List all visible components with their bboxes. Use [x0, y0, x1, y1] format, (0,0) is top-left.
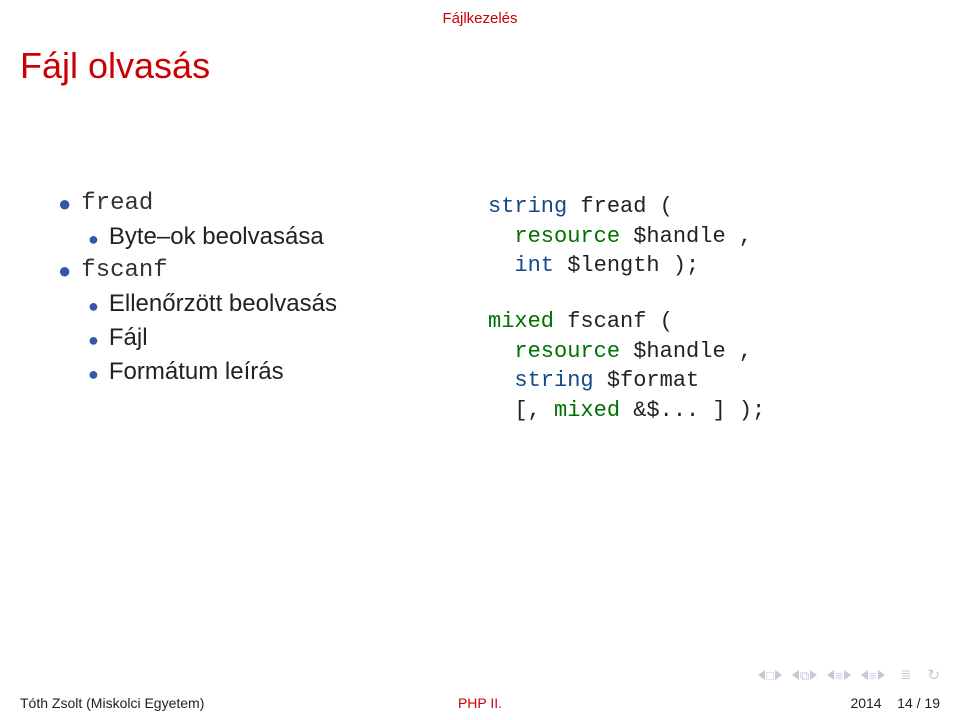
bullet-list: ● fread ● Byte–ok beolvasása ● fscanf ● Ellenőr…	[58, 190, 488, 426]
nav-prev-slide-icon	[861, 670, 868, 680]
footer-year: 2014	[850, 695, 881, 711]
slide: Fájlkezelés Fájl olvasás ● fread ● Byte–ok …	[0, 0, 960, 720]
footer: Tóth Zsolt (Miskolci Egyetem) PHP II. 20…	[0, 686, 960, 720]
nav-next-sub-icon	[844, 670, 851, 680]
bullet-icon: ●	[88, 331, 99, 349]
nav-slide-group[interactable]: ≡	[861, 669, 885, 682]
bullet-icon: ●	[88, 230, 99, 248]
bullet-icon: ●	[58, 193, 71, 215]
nav-next-icon	[810, 670, 817, 680]
section-label: Fájlkezelés	[442, 10, 517, 27]
content-area: ● fread ● Byte–ok beolvasása ● fscanf ● Ellenőr…	[58, 190, 908, 426]
list-item-text: fread	[81, 190, 153, 217]
code-token	[488, 339, 514, 364]
nav-bar: □ ⧉ ≡ ≡ ≣ ↻	[758, 666, 940, 684]
code-token: mixed	[488, 309, 554, 334]
list-item: ● Ellenőrzött beolvasás	[88, 290, 488, 318]
list-item: ● Byte–ok beolvasása	[88, 223, 488, 251]
code-token	[488, 224, 514, 249]
nav-doc-icon: ⧉	[800, 669, 809, 682]
list-item: ● Formátum leírás	[88, 358, 488, 386]
bullet-icon: ●	[88, 297, 99, 315]
footer-page: 2014 14 / 19	[850, 695, 940, 711]
code-token: $length );	[554, 253, 699, 278]
code-block-fscanf: mixed fscanf ( resource $handle , string…	[488, 307, 888, 426]
code-token: $format	[594, 368, 700, 393]
code-token: string	[514, 368, 593, 393]
code-token: $handle ,	[620, 224, 752, 249]
footer-author: Tóth Zsolt (Miskolci Egyetem)	[20, 695, 204, 711]
bullet-icon: ●	[58, 260, 71, 282]
list-item-text: Ellenőrzött beolvasás	[109, 290, 337, 318]
nav-refresh-icon[interactable]: ↻	[927, 666, 940, 684]
list-item: ● Fájl	[88, 324, 488, 352]
list-item: ● fscanf	[58, 257, 488, 284]
code-token: fread (	[567, 194, 673, 219]
nav-frame-icon: □	[766, 669, 774, 682]
code-token: $handle ,	[620, 339, 752, 364]
section-header: Fájlkezelés	[0, 10, 960, 28]
nav-prev-sub-icon	[827, 670, 834, 680]
footer-pagenum: 14 / 19	[897, 695, 940, 711]
nav-prev-icon	[792, 670, 799, 680]
code-token: resource	[514, 339, 620, 364]
list-item-text: Fájl	[109, 324, 148, 352]
list-item-text: fscanf	[81, 257, 167, 284]
code-column: string fread ( resource $handle , int $l…	[488, 190, 888, 426]
code-token: fscanf (	[554, 309, 673, 334]
list-item-text: Formátum leírás	[109, 358, 284, 386]
nav-lines-icon: ≡	[835, 669, 843, 682]
code-token	[488, 368, 514, 393]
slide-title: Fájl olvasás	[20, 45, 210, 87]
code-token: int	[514, 253, 554, 278]
list-item: ● fread	[58, 190, 488, 217]
code-token: &$... ] );	[620, 398, 765, 423]
footer-title: PHP II.	[458, 695, 502, 711]
nav-prev-section-icon	[758, 670, 765, 680]
nav-next-slide-icon	[878, 670, 885, 680]
title-area: Fájl olvasás	[20, 45, 210, 87]
nav-first-group[interactable]: □	[758, 669, 782, 682]
list-item-text: Byte–ok beolvasása	[109, 223, 324, 251]
nav-lines-icon-2: ≡	[869, 669, 877, 682]
code-token: [,	[488, 398, 554, 423]
code-token: resource	[514, 224, 620, 249]
nav-doc-group[interactable]: ⧉	[792, 669, 817, 682]
code-token: mixed	[554, 398, 620, 423]
nav-subsec-group[interactable]: ≡	[827, 669, 851, 682]
code-block-fread: string fread ( resource $handle , int $l…	[488, 192, 888, 281]
bullet-icon: ●	[88, 365, 99, 383]
nav-end-icon[interactable]: ≣	[901, 667, 912, 683]
nav-next-section-icon	[775, 670, 782, 680]
code-token: string	[488, 194, 567, 219]
code-token	[488, 253, 514, 278]
